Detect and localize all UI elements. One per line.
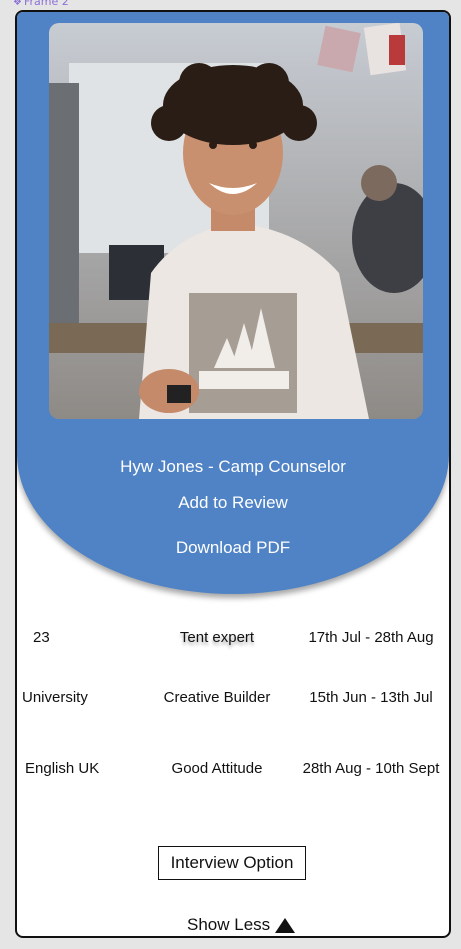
triangle-up-icon: [275, 917, 296, 933]
candidate-title: Hyw Jones - Camp Counselor: [120, 457, 346, 476]
interview-option-button[interactable]: Interview Option: [158, 846, 306, 880]
download-pdf-button[interactable]: Download PDF: [17, 538, 449, 558]
frame-label: ❖ Frame 2: [13, 0, 69, 8]
education-value: University: [22, 689, 88, 706]
skill-value: Good Attitude: [171, 760, 263, 777]
show-less-toggle[interactable]: Show Less: [187, 915, 296, 935]
frame-label-text: Frame 2: [23, 0, 69, 8]
interview-option-label: Interview Option: [170, 853, 294, 872]
show-less-label: Show Less: [187, 915, 271, 934]
date-range-value: 15th Jun - 13th Jul: [309, 689, 433, 706]
skill-value: Creative Builder: [163, 689, 271, 706]
age-value: 23: [33, 629, 50, 646]
profile-photo: [49, 23, 423, 419]
profile-header: Hyw Jones - Camp Counselor Add to Review…: [17, 12, 449, 594]
profile-card: Hyw Jones - Camp Counselor Add to Review…: [15, 10, 451, 938]
add-to-review-button[interactable]: Add to Review: [17, 493, 449, 513]
frame-diamond-icon: ❖: [13, 0, 22, 8]
profile-photo-illustration: [49, 23, 423, 419]
skill-value: Tent expert: [179, 629, 255, 646]
date-range-value: 28th Aug - 10th Sept: [302, 760, 440, 777]
language-value: English UK: [25, 760, 100, 777]
date-range-value: 17th Jul - 28th Aug: [308, 629, 434, 646]
